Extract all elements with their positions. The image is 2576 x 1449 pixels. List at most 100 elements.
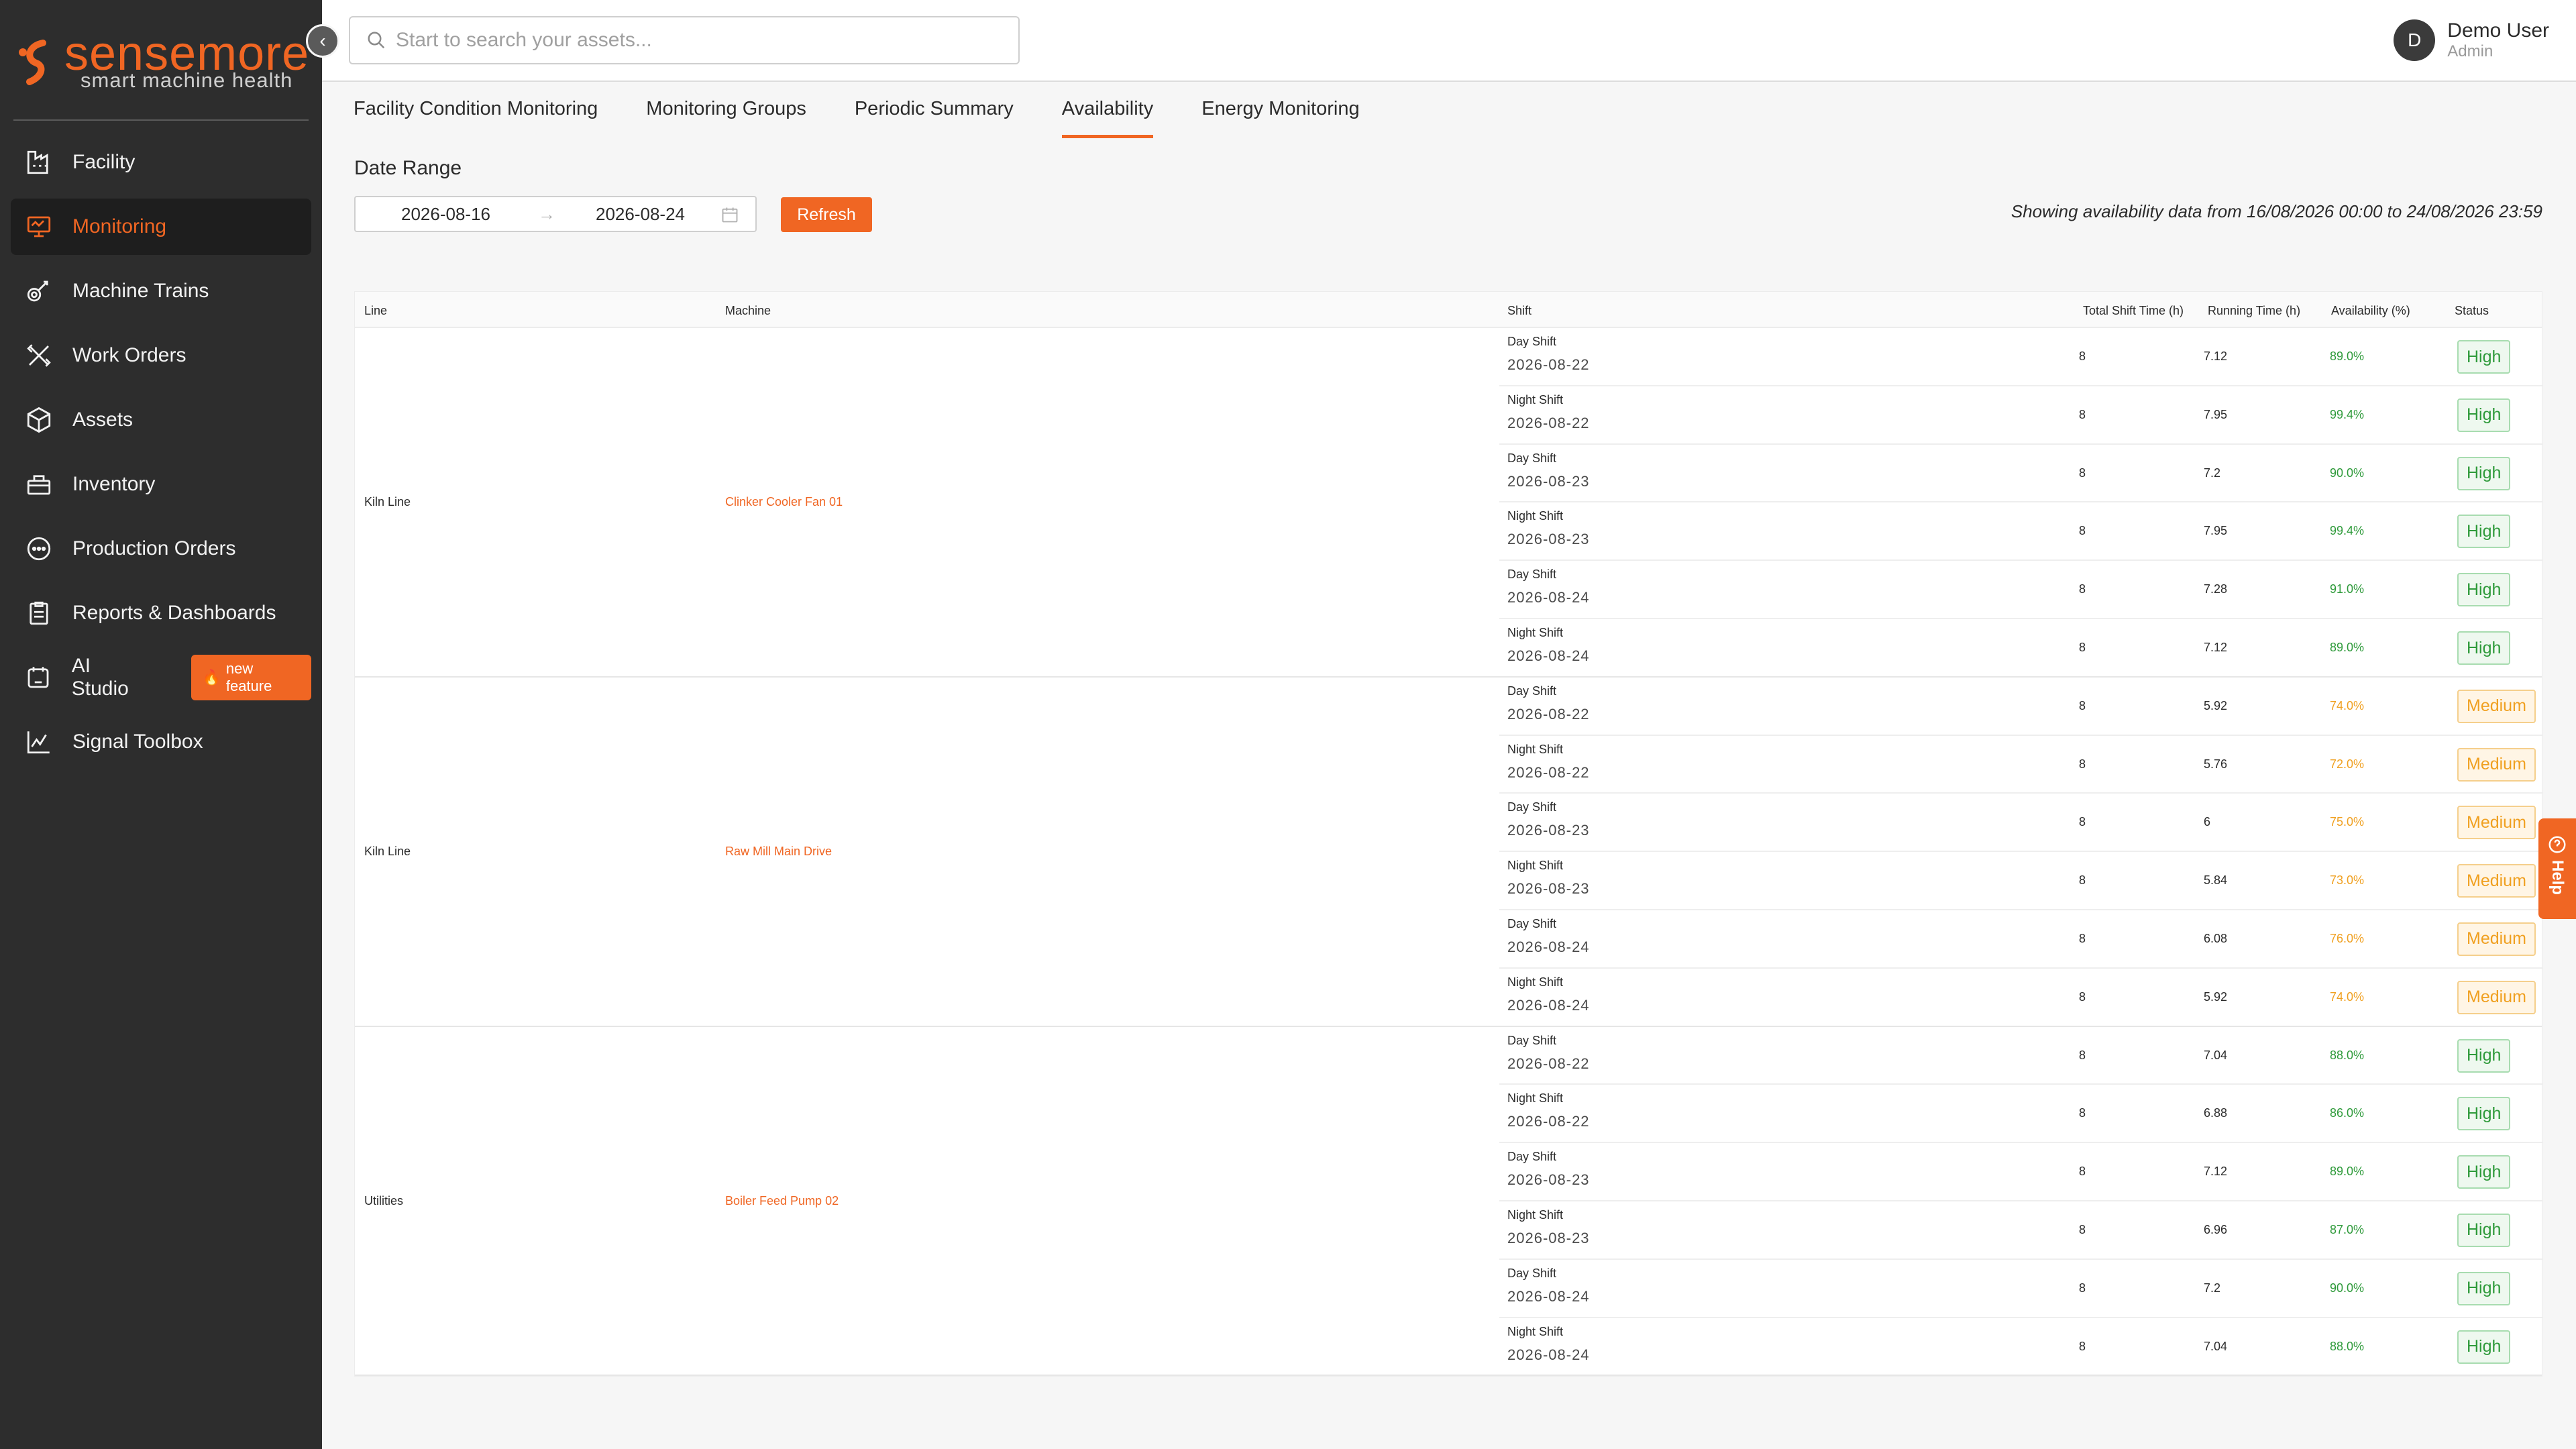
column-header-availability[interactable]: Availability (%) xyxy=(2331,304,2410,318)
availability-value: 91.0% xyxy=(2330,582,2365,596)
calendar-icon xyxy=(722,207,738,223)
user-name: Demo User xyxy=(2447,19,2549,42)
total-shift-time: 8 xyxy=(2079,873,2086,888)
table-row: Day Shift 2026-08-23 8 7.12 89.0% High xyxy=(1499,1143,2543,1201)
end-date-input[interactable]: 2026-08-24 xyxy=(596,204,685,225)
table-row: Night Shift 2026-08-23 8 6.96 87.0% High xyxy=(1499,1201,2543,1260)
user-menu[interactable]: D Demo User Admin xyxy=(2394,19,2549,62)
brand-logo[interactable]: sensemore smart machine health xyxy=(16,27,309,92)
shift-name: Night Shift xyxy=(1507,1208,1564,1222)
tab-facility-condition-monitoring[interactable]: Facility Condition Monitoring xyxy=(354,94,598,138)
date-range-picker[interactable]: 2026-08-16 → 2026-08-24 xyxy=(354,196,757,232)
column-header-running-time[interactable]: Running Time (h) xyxy=(2208,304,2300,318)
total-shift-time: 8 xyxy=(2079,466,2086,480)
machine-link[interactable]: Boiler Feed Pump 02 xyxy=(725,1194,839,1208)
status-badge: High xyxy=(2457,573,2511,607)
availability-value: 74.0% xyxy=(2330,989,2365,1004)
column-header-shift[interactable]: Shift xyxy=(1507,304,1532,318)
shift-date: 2026-08-24 xyxy=(1507,589,1590,606)
sidebar-item-assets[interactable]: Assets xyxy=(11,392,311,448)
machine-link[interactable]: Raw Mill Main Drive xyxy=(725,845,832,859)
table-row-group: Kiln Line Raw Mill Main Drive Day Shift 202… xyxy=(355,678,2543,1027)
search-input[interactable] xyxy=(396,29,1000,52)
table-row-group: Utilities Boiler Feed Pump 02 Day Shift 202… xyxy=(355,1027,2543,1377)
running-time: 7.2 xyxy=(2204,1281,2221,1295)
running-time: 7.95 xyxy=(2204,524,2228,538)
table-row: Day Shift 2026-08-24 8 7.2 90.0% High xyxy=(1499,1260,2543,1318)
tab-energy-monitoring[interactable]: Energy Monitoring xyxy=(1201,94,1359,138)
table-row: Night Shift 2026-08-23 8 7.95 99.4% High xyxy=(1499,502,2543,561)
availability-value: 88.0% xyxy=(2330,1048,2365,1062)
shift-date: 2026-08-22 xyxy=(1507,705,1590,722)
sidebar-item-ai-studio[interactable]: AI Studio 🔥 new feature xyxy=(11,649,311,706)
machine-trains-icon xyxy=(23,275,55,307)
status-badge: Medium xyxy=(2457,747,2536,782)
running-time: 7.12 xyxy=(2204,1165,2228,1179)
sidebar: sensemore smart machine health Facility … xyxy=(0,0,322,1449)
cube-icon xyxy=(23,404,55,436)
shift-name: Night Shift xyxy=(1507,509,1564,523)
running-time: 7.12 xyxy=(2204,641,2228,654)
availability-value: 90.0% xyxy=(2330,466,2365,480)
shift-date: 2026-08-24 xyxy=(1507,996,1590,1014)
shift-name: Night Shift xyxy=(1507,859,1564,873)
sidebar-item-inventory[interactable]: Inventory xyxy=(11,456,311,513)
status-badge: Medium xyxy=(2457,689,2536,723)
status-badge: High xyxy=(2457,1097,2511,1131)
chevron-left-icon: ‹ xyxy=(319,30,326,51)
tab-monitoring-groups[interactable]: Monitoring Groups xyxy=(646,94,806,138)
tools-icon xyxy=(23,339,55,372)
running-time: 7.2 xyxy=(2204,466,2221,480)
sidebar-item-label: Machine Trains xyxy=(72,280,209,302)
search-box[interactable] xyxy=(349,16,1020,64)
inventory-icon xyxy=(23,468,55,500)
sidebar-item-monitoring[interactable]: Monitoring xyxy=(11,199,311,255)
sidebar-item-production-orders[interactable]: Production Orders xyxy=(11,521,311,577)
total-shift-time: 8 xyxy=(2079,1048,2086,1062)
table-row: Night Shift 2026-08-22 8 6.88 86.0% High xyxy=(1499,1085,2543,1144)
shift-date: 2026-08-24 xyxy=(1507,1346,1590,1363)
monitor-icon xyxy=(23,211,55,243)
table-row: Night Shift 2026-08-24 8 5.92 74.0% Medium xyxy=(1499,969,2543,1027)
sidebar-item-signal-toolbox[interactable]: Signal Toolbox xyxy=(11,714,311,770)
table-row: Night Shift 2026-08-24 8 7.12 89.0% High xyxy=(1499,619,2543,678)
availability-value: 74.0% xyxy=(2330,698,2365,712)
running-time: 7.12 xyxy=(2204,350,2228,363)
sidebar-item-label: Assets xyxy=(72,409,133,431)
shift-name: Night Shift xyxy=(1507,975,1564,989)
shift-date: 2026-08-23 xyxy=(1507,1171,1590,1189)
column-header-status[interactable]: Status xyxy=(2455,304,2489,318)
shift-name: Day Shift xyxy=(1507,335,1557,348)
shift-name: Day Shift xyxy=(1507,451,1557,465)
column-header-total-shift-time[interactable]: Total Shift Time (h) xyxy=(2083,304,2184,318)
start-date-input[interactable]: 2026-08-16 xyxy=(401,204,490,225)
shift-date: 2026-08-23 xyxy=(1507,822,1590,839)
sidebar-item-machine-trains[interactable]: Machine Trains xyxy=(11,263,311,319)
total-shift-time: 8 xyxy=(2079,582,2086,596)
status-badge: High xyxy=(2457,515,2511,549)
help-label: Help xyxy=(2548,860,2567,896)
table-row: Day Shift 2026-08-23 8 6 75.0% Medium xyxy=(1499,794,2543,853)
column-header-machine[interactable]: Machine xyxy=(725,304,771,318)
status-badge: High xyxy=(2457,456,2511,490)
status-badge: High xyxy=(2457,1155,2511,1189)
collapse-sidebar-button[interactable]: ‹ xyxy=(306,24,339,58)
total-shift-time: 8 xyxy=(2079,931,2086,945)
chart-line-icon xyxy=(23,726,55,758)
sidebar-item-reports-dashboards[interactable]: Reports & Dashboards xyxy=(11,585,311,641)
column-header-line[interactable]: Line xyxy=(364,304,387,318)
table-row: Day Shift 2026-08-24 8 7.28 91.0% High xyxy=(1499,561,2543,619)
sidebar-item-facility[interactable]: Facility xyxy=(11,134,311,191)
availability-value: 89.0% xyxy=(2330,641,2365,654)
machine-link[interactable]: Clinker Cooler Fan 01 xyxy=(725,495,843,509)
total-shift-time: 8 xyxy=(2079,641,2086,654)
tab-periodic-summary[interactable]: Periodic Summary xyxy=(855,94,1014,138)
sidebar-item-work-orders[interactable]: Work Orders xyxy=(11,327,311,384)
refresh-button[interactable]: Refresh xyxy=(781,197,872,232)
dots-circle-icon xyxy=(23,533,55,565)
help-button[interactable]: Help xyxy=(2538,818,2576,919)
running-time: 5.92 xyxy=(2204,698,2228,712)
tab-availability[interactable]: Availability xyxy=(1061,94,1154,138)
status-badge: Medium xyxy=(2457,922,2536,956)
sidebar-item-label: Inventory xyxy=(72,473,156,495)
